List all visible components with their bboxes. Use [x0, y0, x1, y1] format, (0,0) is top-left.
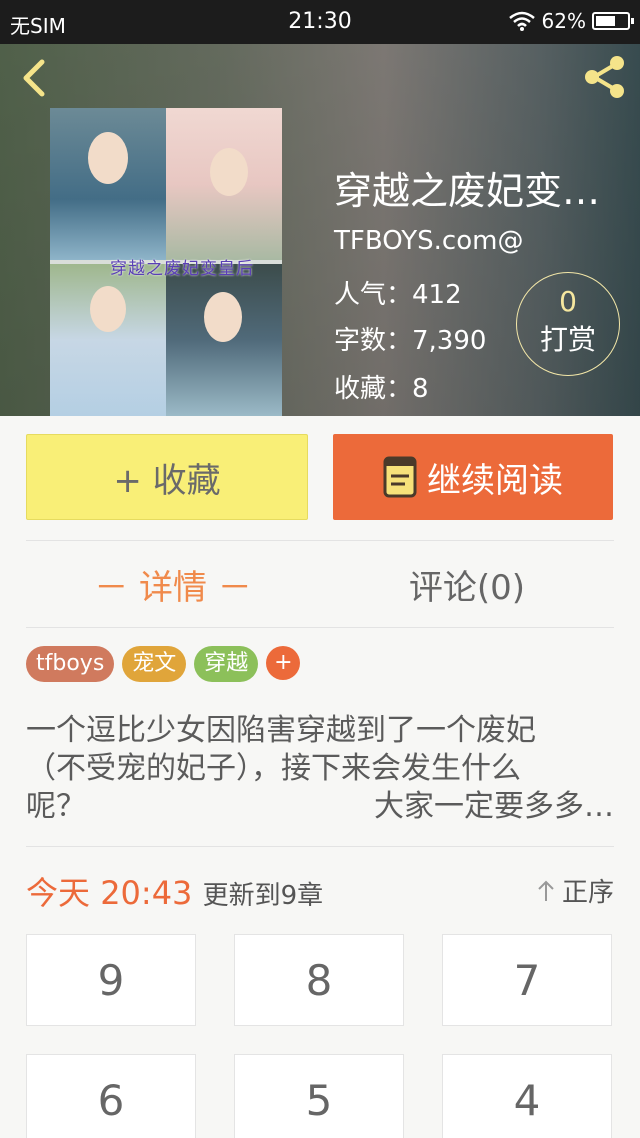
book-icon [383, 456, 417, 498]
share-icon [585, 56, 624, 98]
popularity-stat: 人气：412 [334, 280, 462, 310]
wifi-icon [508, 11, 535, 31]
update-day: 今天 [26, 874, 91, 912]
word-count-stat: 字数：7,390 [334, 326, 487, 356]
description-line-end: 大家一定要多多… [374, 789, 614, 824]
reward-count: 0 [559, 285, 577, 318]
cover-panel [50, 264, 166, 416]
tab-detail[interactable]: － 详情 － [26, 560, 320, 609]
book-cover[interactable]: 穿越之废妃变皇后 [50, 108, 282, 416]
sort-label: 正序 [561, 878, 614, 908]
divider [26, 627, 614, 628]
divider [26, 846, 614, 847]
tag-list: tfboys 宠文 穿越 + [26, 646, 301, 682]
description-line: 一个逗比少女因陷害穿越到了一个废妃 [26, 713, 536, 748]
add-favorite-button[interactable]: + 收藏 [26, 434, 308, 520]
description-line: 呢？ 大家一定要多多… [26, 788, 614, 826]
reward-label: 打赏 [539, 323, 596, 356]
chapter-button[interactable]: 4 [442, 1054, 612, 1138]
status-bar: 无SIM 21:30 62% [0, 0, 640, 44]
continue-reading-label: 继续阅读 [427, 460, 563, 501]
add-favorite-label: + 收藏 [113, 460, 221, 501]
update-time: 20:43 [100, 874, 193, 912]
chapter-button[interactable]: 9 [26, 934, 196, 1026]
favorites-stat: 收藏：8 [334, 374, 429, 404]
cover-panel [50, 108, 166, 260]
update-info: 今天 20:43 更新到9章 [26, 868, 323, 914]
status-right: 62% [508, 9, 634, 33]
cover-panel [166, 108, 282, 260]
back-button[interactable] [16, 58, 52, 98]
arrow-up-icon [538, 880, 554, 901]
tag-tfboys[interactable]: tfboys [26, 646, 115, 682]
battery-icon [592, 12, 634, 30]
continue-reading-button[interactable]: 继续阅读 [333, 434, 613, 520]
chapter-button[interactable]: 7 [442, 934, 612, 1026]
reward-button[interactable]: 0 打赏 [516, 272, 620, 376]
chapter-button[interactable]: 8 [234, 934, 404, 1026]
description-line-start: 呢？ [26, 789, 86, 824]
cover-panel [166, 264, 282, 416]
update-text: 更新到9章 [202, 881, 324, 911]
chapter-button[interactable]: 5 [234, 1054, 404, 1138]
share-button[interactable] [582, 54, 628, 100]
battery-percent: 62% [541, 9, 586, 33]
description-line: （不受宠的妃子），接下来会发生什么 [26, 751, 521, 786]
tag-chongwen[interactable]: 宠文 [122, 646, 187, 682]
book-description[interactable]: 一个逗比少女因陷害穿越到了一个废妃 （不受宠的妃子），接下来会发生什么 呢？ 大… [26, 712, 614, 826]
cover-title-text: 穿越之废妃变皇后 [110, 259, 254, 279]
book-author[interactable]: TFBOYS.com@ [334, 226, 523, 256]
chapter-button[interactable]: 6 [26, 1054, 196, 1138]
chevron-left-icon [23, 59, 45, 97]
book-title: 穿越之废妃变… [334, 169, 601, 213]
divider [26, 540, 614, 541]
tag-chuanyue[interactable]: 穿越 [194, 646, 259, 682]
add-tag-button[interactable]: + [266, 646, 301, 680]
tab-comments[interactable]: 评论(0) [320, 560, 614, 609]
sort-toggle[interactable]: 正序 [536, 872, 614, 909]
